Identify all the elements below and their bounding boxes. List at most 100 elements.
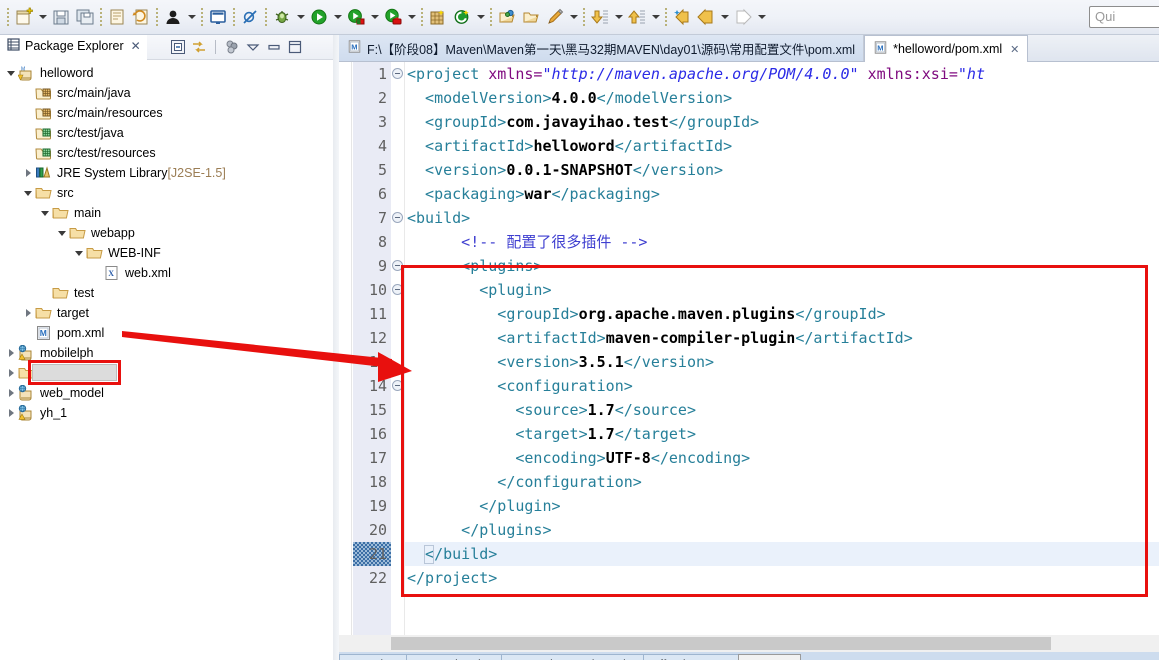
fold-collapse-icon[interactable] (392, 68, 403, 79)
chevron-down-icon[interactable] (4, 63, 18, 83)
code-line[interactable]: 3 <groupId>com.javayihao.test</groupId> (339, 110, 1159, 134)
tree-item-yh-1[interactable]: yh_1 (0, 403, 333, 423)
code-line[interactable]: 18 </configuration> (339, 470, 1159, 494)
new-wizard-dropdown-arrow[interactable] (36, 5, 49, 29)
tree-item-src-test-resources[interactable]: src/test/resources (0, 143, 333, 163)
forward-arrow-icon[interactable] (731, 5, 755, 29)
code-line[interactable]: 14 <configuration> (339, 374, 1159, 398)
user-avatar-icon[interactable] (161, 5, 185, 29)
tree-item-mobilelph[interactable]: mobilelph (0, 343, 333, 363)
close-icon[interactable]: ✕ (1010, 43, 1019, 56)
new-class-dropdown-arrow[interactable] (474, 5, 487, 29)
editor-tab-inactive[interactable]: M F:\【阶段08】Maven\Maven第一天\黑马32期MAVEN\day… (339, 35, 865, 61)
link-with-editor-icon[interactable] (190, 38, 208, 56)
tree-item-src[interactable]: src (0, 183, 333, 203)
save-icon[interactable] (49, 5, 73, 29)
back-arrow-icon[interactable] (694, 5, 718, 29)
run-play-icon[interactable] (307, 5, 331, 29)
pom-page-tab-effective-pom[interactable]: Effective POM (643, 654, 739, 660)
fold-collapse-icon[interactable] (392, 212, 403, 223)
previous-annotation-icon[interactable] (625, 5, 649, 29)
code-line[interactable]: 12 <artifactId>maven-compiler-plugin</ar… (339, 326, 1159, 350)
tree-item-jre-system-library[interactable]: JRE System Library [J2SE-1.5] (0, 163, 333, 183)
scrollbar-thumb[interactable] (391, 637, 1051, 650)
tree-item-main[interactable]: main (0, 203, 333, 223)
tree-item-test[interactable]: test (0, 283, 333, 303)
chevron-right-icon[interactable] (21, 163, 35, 183)
chevron-down-icon[interactable] (72, 243, 86, 263)
pom-page-tab-pom-xml[interactable]: pom.xml (737, 654, 802, 660)
run-external-tools-icon[interactable] (344, 5, 368, 29)
code-line[interactable]: 17 <encoding>UTF-8</encoding> (339, 446, 1159, 470)
pom-page-tab-dependency-hierarchy[interactable]: Dependency Hierarchy (501, 654, 645, 660)
tree-item-pom-xml[interactable]: M pom.xml (0, 323, 333, 343)
collapse-all-icon[interactable] (169, 38, 187, 56)
refresh-resource-icon[interactable] (129, 5, 153, 29)
back-dropdown-arrow[interactable] (718, 5, 731, 29)
external-tools-dropdown-arrow[interactable] (368, 5, 381, 29)
code-line[interactable]: 16 <target>1.7</target> (339, 422, 1159, 446)
save-all-icon[interactable] (73, 5, 97, 29)
tree-item-web-model[interactable]: web_model (0, 383, 333, 403)
chevron-right-icon[interactable] (4, 343, 18, 363)
next-annotation-icon[interactable] (588, 5, 612, 29)
chevron-right-icon[interactable] (21, 303, 35, 323)
chevron-right-icon[interactable] (4, 403, 18, 423)
next-annotation-dropdown-arrow[interactable] (612, 5, 625, 29)
fold-collapse-icon[interactable] (392, 260, 403, 271)
project-tree[interactable]: M helloword src/main/java src/main/resou… (0, 60, 333, 635)
debug-bug-icon[interactable] (270, 5, 294, 29)
open-task-icon[interactable] (519, 5, 543, 29)
chevron-down-icon[interactable] (21, 183, 35, 203)
pom-page-tab-dependencies[interactable]: Dependencies (406, 654, 503, 660)
terminal-icon[interactable] (206, 5, 230, 29)
search-dropdown-arrow[interactable] (567, 5, 580, 29)
code-line[interactable]: 20 </plugins> (339, 518, 1159, 542)
new-java-package-icon[interactable] (426, 5, 450, 29)
run-coverage-icon[interactable] (381, 5, 405, 29)
code-line[interactable]: 2 <modelVersion>4.0.0</modelVersion> (339, 86, 1159, 110)
close-icon[interactable]: ✕ (131, 39, 141, 53)
editor-tab-active[interactable]: M *helloword/pom.xml ✕ (864, 35, 1029, 62)
code-line[interactable]: 19 </plugin> (339, 494, 1159, 518)
back-to-icon[interactable] (670, 5, 694, 29)
code-line[interactable]: 22 </project> (339, 566, 1159, 590)
code-line[interactable]: 11 <groupId>org.apache.maven.plugins</gr… (339, 302, 1159, 326)
skip-breakpoints-icon[interactable] (238, 5, 262, 29)
chevron-right-icon[interactable] (4, 383, 18, 403)
print-icon[interactable] (105, 5, 129, 29)
view-menu-icon[interactable] (244, 38, 262, 56)
new-class-icon[interactable] (450, 5, 474, 29)
maximize-view-icon[interactable] (286, 38, 304, 56)
code-text[interactable]: 1 <project xmlns="http://maven.apache.org… (339, 62, 1159, 635)
code-line[interactable]: 7 <build> (339, 206, 1159, 230)
tree-item-helloword[interactable]: M helloword (0, 63, 333, 83)
tree-item-web-inf[interactable]: WEB-INF (0, 243, 333, 263)
code-line[interactable]: 10 <plugin> (339, 278, 1159, 302)
editor-hscrollbar[interactable] (339, 635, 1159, 652)
code-line[interactable]: 4 <artifactId>helloword</artifactId> (339, 134, 1159, 158)
minimize-view-icon[interactable] (265, 38, 283, 56)
view-filter-icon[interactable] (223, 38, 241, 56)
previous-annotation-dropdown-arrow[interactable] (649, 5, 662, 29)
code-line[interactable]: 15 <source>1.7</source> (339, 398, 1159, 422)
code-line[interactable]: 5 <version>0.0.1-SNAPSHOT</version> (339, 158, 1159, 182)
tree-item-webapp[interactable]: webapp (0, 223, 333, 243)
forward-dropdown-arrow[interactable] (755, 5, 768, 29)
fold-collapse-icon[interactable] (392, 284, 403, 295)
tree-item-src-main-resources[interactable]: src/main/resources (0, 103, 333, 123)
code-line[interactable]: 8 <!-- 配置了很多插件 --> (339, 230, 1159, 254)
code-line[interactable]: 13 <version>3.5.1</version> (339, 350, 1159, 374)
debug-dropdown-arrow[interactable] (294, 5, 307, 29)
tree-item-src-main-java[interactable]: src/main/java (0, 83, 333, 103)
tree-item-web-xml[interactable]: X web.xml (0, 263, 333, 283)
new-wizard-icon[interactable] (12, 5, 36, 29)
chevron-right-icon[interactable] (4, 363, 18, 383)
code-line[interactable]: 6 <packaging>war</packaging> (339, 182, 1159, 206)
tab-package-explorer[interactable]: Package Explorer ✕ (0, 34, 147, 60)
code-line[interactable]: 21 </build> (339, 542, 1159, 566)
coverage-dropdown-arrow[interactable] (405, 5, 418, 29)
quick-access-input[interactable]: Qui (1089, 6, 1159, 28)
code-line[interactable]: 9 <plugins> (339, 254, 1159, 278)
open-type-icon[interactable] (495, 5, 519, 29)
